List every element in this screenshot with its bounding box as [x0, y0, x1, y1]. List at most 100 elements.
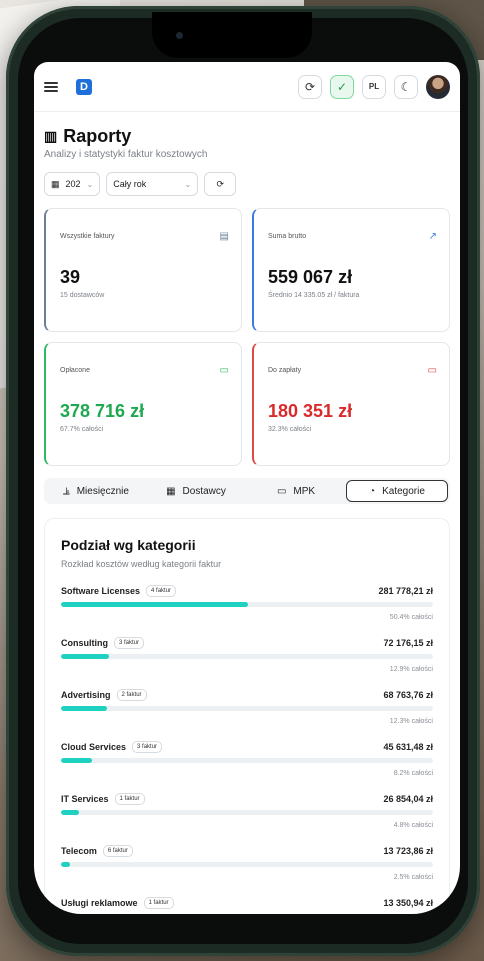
category-name: IT Services	[61, 794, 109, 804]
tab-suppliers[interactable]: ▦ Dostawcy	[146, 480, 246, 502]
report-tabs: ⫡ Miesięcznie ▦ Dostawcy ▭ MPK ◔ Kategor…	[44, 478, 450, 504]
category-bar-fill	[61, 706, 107, 711]
page-header: ▥ Raporty Analizy i statystyki faktur ko…	[34, 112, 460, 160]
invoice-count-badge: 1 faktur	[114, 793, 145, 805]
category-bar-fill	[61, 654, 109, 659]
category-amount: 45 631,48 zł	[383, 742, 433, 752]
pie-chart-icon: ◔	[369, 485, 376, 497]
category-amount: 13 350,94 zł	[383, 898, 433, 908]
app-screen: D ⟳ ✓ PL ☾ ▥ Raporty Analizy i statystyk…	[34, 62, 460, 914]
page-title-text: Raporty	[63, 126, 132, 146]
calendar-icon: ▦	[51, 178, 60, 189]
stat-card-due: Do zapłaty ▭ 180 351 zł 32.3% całości	[252, 342, 450, 466]
chevron-down-icon: ⌄	[86, 179, 94, 189]
category-name: Advertising	[61, 690, 111, 700]
sync-button[interactable]: ⟳	[298, 74, 322, 99]
stat-label: Suma brutto	[268, 233, 307, 240]
category-percent: 8.2% całości	[393, 770, 433, 777]
category-percent: 12.9% całości	[389, 666, 433, 673]
invoice-count-badge: 4 faktur	[146, 585, 177, 597]
period-select[interactable]: Cały rok ⌄	[106, 172, 199, 196]
invoice-count-badge: 2 faktur	[116, 689, 147, 701]
phone-notch	[152, 12, 312, 58]
category-bar	[61, 706, 433, 711]
category-bar	[61, 758, 433, 763]
credit-card-icon: ▭	[219, 365, 229, 376]
line-chart-icon: ⫡	[63, 485, 70, 497]
refresh-icon: ⟳	[216, 178, 225, 189]
tab-label: Miesięcznie	[76, 485, 129, 497]
camera-icon	[176, 32, 183, 39]
stat-label: Opłacone	[60, 367, 90, 374]
category-bar-fill	[61, 862, 71, 867]
topbar: D ⟳ ✓ PL ☾	[34, 62, 460, 112]
category-name: Telecom	[61, 846, 97, 856]
check-circle-icon: ✓	[336, 79, 348, 94]
tab-categories[interactable]: ◔ Kategorie	[346, 480, 448, 502]
stat-value: 378 716 zł	[60, 401, 145, 421]
app-logo[interactable]: D	[76, 78, 92, 95]
category-name: Usługi reklamowe	[61, 898, 138, 908]
credit-card-icon: ▭	[427, 365, 437, 376]
category-bar	[61, 654, 433, 659]
stat-value: 180 351 zł	[268, 401, 353, 421]
category-bar-fill	[61, 758, 92, 763]
avatar[interactable]	[426, 74, 450, 99]
list-item: Usługi reklamowe 1 faktur 13 350,94 zł	[61, 897, 433, 909]
filters-bar: ▦ 202 ⌄ Cały rok ⌄ ⟳	[34, 160, 460, 196]
stats-cards: Wszystkie faktury ▤ 39 15 dostawców Suma…	[34, 196, 460, 466]
trend-up-icon: ↗	[428, 231, 437, 242]
list-item: Advertising 2 faktur 68 763,76 zł 12.3% ca…	[61, 689, 433, 725]
theme-toggle-button[interactable]: ☾	[394, 74, 418, 99]
tab-mpk[interactable]: ▭ MPK	[246, 480, 346, 502]
category-amount: 26 854,04 zł	[383, 794, 433, 804]
category-bar-fill	[61, 602, 249, 607]
status-check-button[interactable]: ✓	[330, 74, 354, 99]
refresh-button[interactable]: ⟳	[204, 172, 237, 196]
list-item: Software Licenses 4 faktur 281 778,21 zł 5…	[61, 585, 433, 621]
list-item: Telecom 6 faktur 13 723,86 zł 2.5% całości	[61, 845, 433, 881]
invoice-count-badge: 3 faktur	[114, 637, 145, 649]
page-subtitle: Analizy i statystyki faktur kosztowych	[44, 149, 208, 160]
category-bar	[61, 862, 433, 867]
invoice-count-badge: 1 faktur	[143, 897, 174, 909]
stat-value: 559 067 zł	[268, 267, 353, 287]
categories-panel: Podział wg kategorii Rozkład kosztów wed…	[44, 518, 450, 914]
stat-sub: Średnio 14 335.05 zł / faktura	[268, 292, 360, 299]
stat-card-invoices: Wszystkie faktury ▤ 39 15 dostawców	[44, 208, 242, 332]
language-button[interactable]: PL	[362, 74, 386, 99]
list-item: Consulting 3 faktur 72 176,15 zł 12.9% cał…	[61, 637, 433, 673]
tab-monthly[interactable]: ⫡ Miesięcznie	[46, 480, 146, 502]
category-name: Cloud Services	[61, 742, 127, 752]
year-select-value: 202	[65, 179, 81, 189]
menu-icon[interactable]	[44, 81, 58, 92]
category-bar	[61, 602, 433, 607]
stat-card-paid: Opłacone ▭ 378 716 zł 67.7% całości	[44, 342, 242, 466]
panel-subtitle: Rozkład kosztów według kategorii faktur	[61, 559, 222, 569]
building-icon: ▦	[166, 485, 176, 497]
list-item: Cloud Services 3 faktur 45 631,48 zł 8.2% …	[61, 741, 433, 777]
invoice-count-badge: 3 faktur	[132, 741, 163, 753]
category-percent: 12.3% całości	[389, 718, 433, 725]
sync-icon: ⟳	[304, 79, 316, 94]
category-amount: 13 723,86 zł	[383, 846, 433, 856]
document-icon: ▤	[219, 231, 229, 242]
category-amount: 72 176,15 zł	[383, 638, 433, 648]
panel-title: Podział wg kategorii	[61, 537, 196, 553]
topbar-actions: ⟳ ✓ PL ☾	[298, 74, 450, 99]
category-bar	[61, 810, 433, 815]
category-amount: 68 763,76 zł	[383, 690, 433, 700]
category-bar-fill	[61, 810, 79, 815]
stat-sub: 15 dostawców	[60, 292, 105, 299]
bar-chart-icon: ▥	[44, 128, 58, 144]
tab-label: Kategorie	[382, 485, 425, 497]
list-item: IT Services 1 faktur 26 854,04 zł 4.8% cał…	[61, 793, 433, 829]
category-percent: 4.8% całości	[393, 822, 433, 829]
year-select[interactable]: ▦ 202 ⌄	[44, 172, 101, 196]
page-title: ▥ Raporty	[44, 126, 450, 147]
invoice-count-badge: 6 faktur	[102, 845, 133, 857]
category-name: Software Licenses	[61, 586, 141, 596]
tab-label: Dostawcy	[182, 485, 226, 497]
stat-label: Wszystkie faktury	[60, 233, 115, 240]
chevron-down-icon: ⌄	[184, 179, 192, 189]
